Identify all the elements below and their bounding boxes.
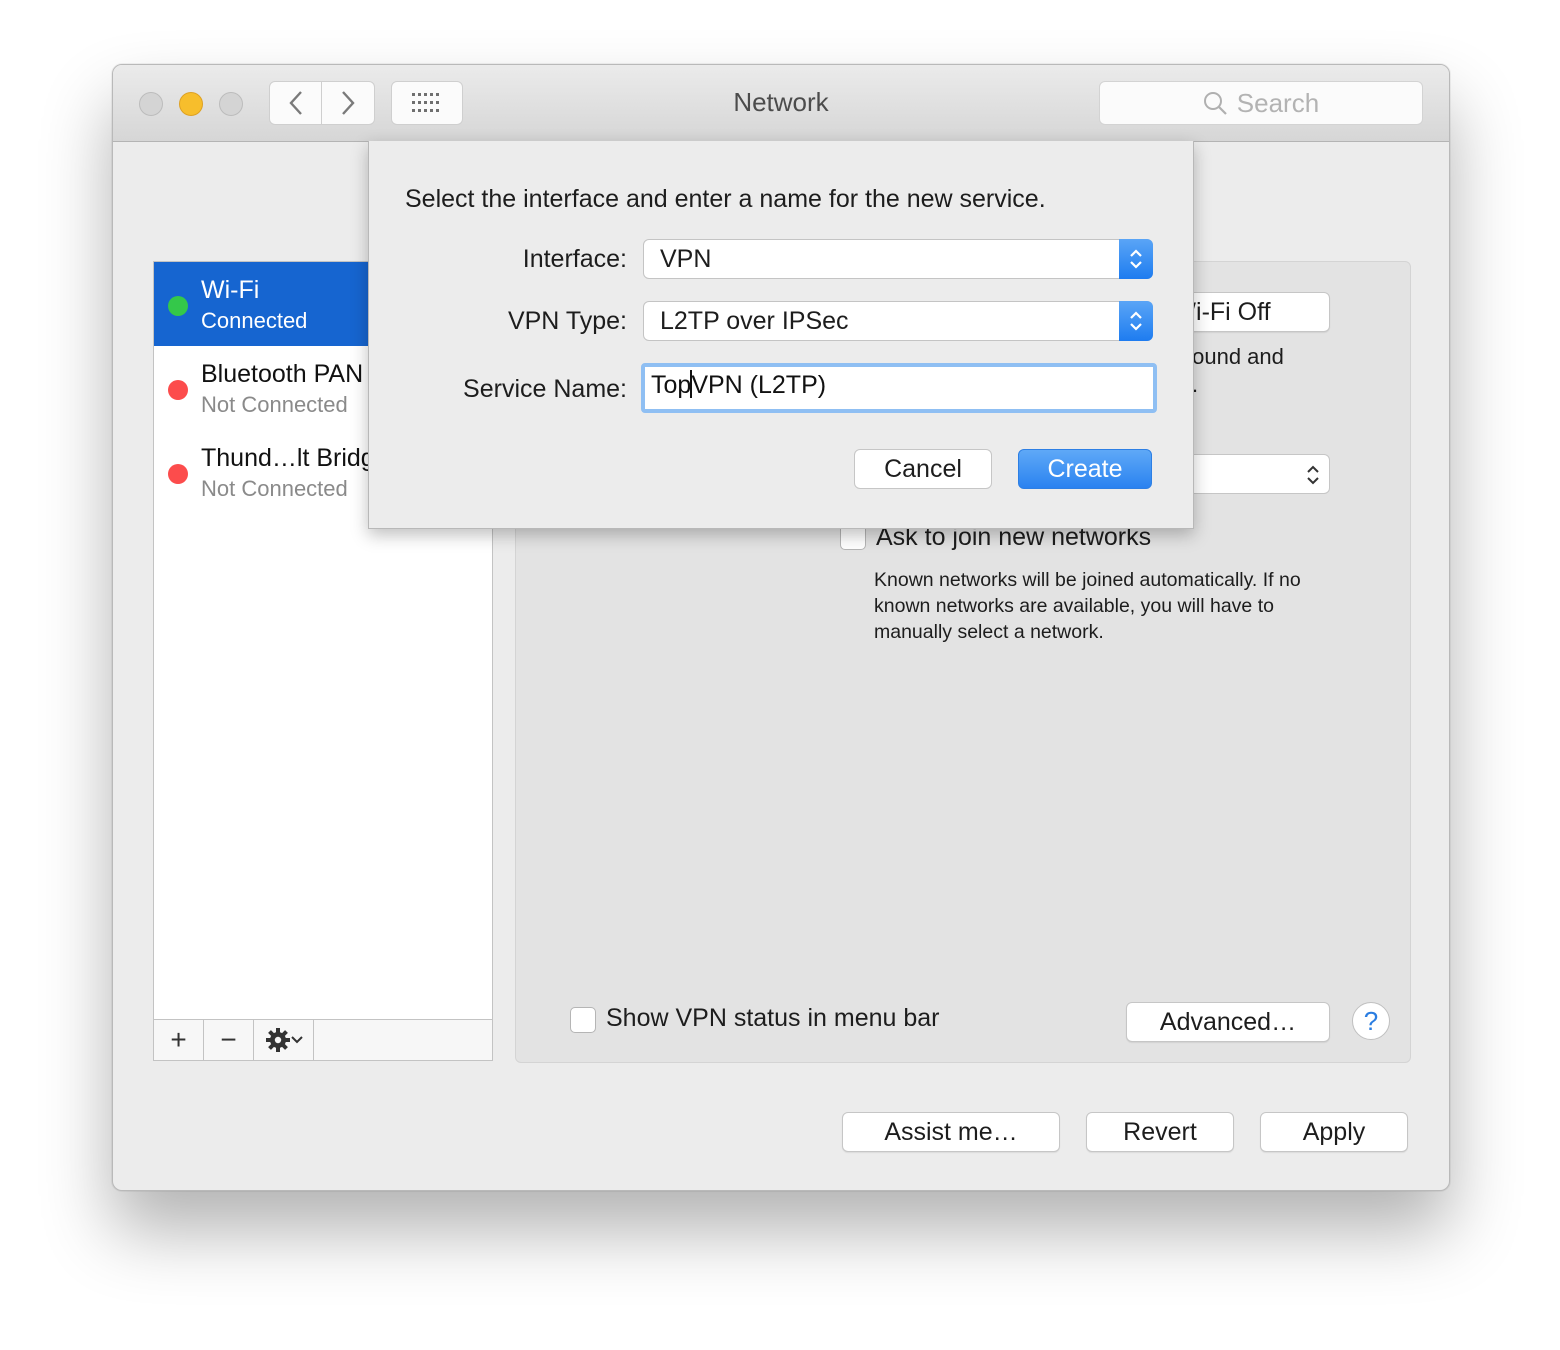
status-text-fragment: found and [1186,344,1284,369]
new-service-sheet: Select the interface and enter a name fo… [368,141,1194,529]
show-vpn-status-label: Show VPN status in menu bar [606,1004,940,1032]
network-name-popup[interactable] [1186,454,1330,494]
cancel-button[interactable]: Cancel [854,449,992,489]
status-text-partial: found and [1186,344,1336,370]
service-name-label: Service Name: [463,375,627,403]
ask-to-join-description: Known networks will be joined automatica… [874,569,1301,643]
add-service-button[interactable]: + [154,1020,204,1060]
apply-button[interactable]: Apply [1260,1112,1408,1152]
service-actions-button[interactable] [254,1020,314,1060]
up-down-chevron-icon [1307,465,1319,485]
up-down-chevron-icon [1130,249,1142,269]
remove-service-button[interactable]: − [204,1020,254,1060]
interface-label: Interface: [522,245,627,273]
search-field[interactable]: Search [1099,81,1423,125]
title-bar: Network Search [113,65,1449,142]
gear-icon [265,1028,290,1052]
status-dot-not-connected [168,464,188,484]
service-status: Not Connected [201,476,348,501]
vpn-type-value: L2TP over IPSec [660,307,849,335]
service-name: Thund…lt Bridge [201,444,389,472]
service-status: Not Connected [201,392,348,417]
service-name-text-after-caret: VPN (L2TP) [691,371,827,399]
service-name-field[interactable]: TopVPN (L2TP) [641,363,1157,413]
turn-wifi-off-button[interactable]: Turn Wi-Fi Off [1186,292,1330,332]
interface-popup[interactable]: VPN [643,239,1153,279]
interface-stepper [1119,239,1153,279]
status-dot-not-connected [168,380,188,400]
sheet-prompt: Select the interface and enter a name fo… [405,185,1046,213]
service-name-text: TopVPN (L2TP) [651,370,826,400]
network-preferences-window: Network Search Wi-Fi Connected Bluetooth… [112,64,1450,1191]
turn-wifi-off-label: Turn Wi-Fi Off [1187,297,1271,326]
vpn-type-label: VPN Type: [507,307,627,335]
revert-button[interactable]: Revert [1086,1112,1234,1152]
assist-me-button[interactable]: Assist me… [842,1112,1060,1152]
vpn-type-stepper [1119,301,1153,341]
advanced-button[interactable]: Advanced… [1126,1002,1330,1042]
service-name: Bluetooth PAN [201,360,364,388]
vpn-type-popup[interactable]: L2TP over IPSec [643,301,1153,341]
up-down-chevron-icon [1130,311,1142,331]
show-vpn-status-checkbox[interactable] [570,1007,596,1033]
service-status: Connected [201,308,308,333]
service-name: Wi-Fi [201,276,260,304]
chevron-down-icon [290,1036,303,1044]
interface-value: VPN [660,245,712,273]
help-button[interactable]: ? [1352,1002,1390,1040]
search-placeholder: Search [1236,87,1320,118]
search-icon [1203,92,1227,115]
service-list-toolbar: + − [154,1019,492,1060]
service-name-text-before-caret: Top [651,371,692,399]
create-button[interactable]: Create [1018,449,1152,489]
status-dot-connected [168,296,188,316]
